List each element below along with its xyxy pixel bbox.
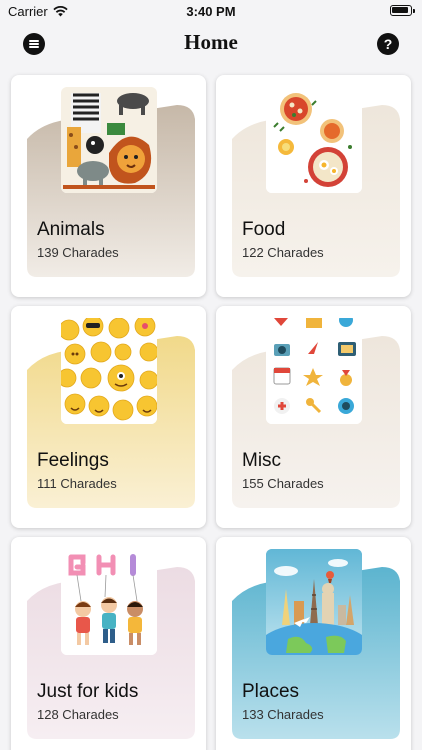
kids-illustration: [61, 549, 157, 655]
status-time: 3:40 PM: [186, 4, 236, 19]
category-count: 122 Charades: [242, 245, 324, 260]
page-title: Home: [184, 30, 238, 54]
category-count: 155 Charades: [242, 476, 324, 491]
misc-icons-illustration: [266, 318, 362, 424]
places-illustration: [266, 549, 362, 655]
category-count: 139 Charades: [37, 245, 119, 260]
category-title: Misc: [242, 450, 282, 471]
help-button[interactable]: ?: [377, 33, 399, 55]
emoji-illustration: [61, 318, 157, 424]
category-title: Animals: [37, 219, 105, 240]
category-count: 111 Charades: [37, 476, 117, 491]
category-title: Food: [242, 219, 286, 240]
category-title: Feelings: [37, 450, 109, 471]
food-illustration: [266, 87, 362, 193]
category-card-food[interactable]: Food 122 Charades: [216, 75, 411, 297]
category-card-misc[interactable]: Misc 155 Charades: [216, 306, 411, 528]
category-card-animals[interactable]: Animals 139 Charades: [11, 75, 206, 297]
category-card-feelings[interactable]: Feelings 111 Charades: [11, 306, 206, 528]
question-mark-icon: ?: [383, 36, 393, 52]
battery-icon: [390, 5, 415, 16]
category-count: 128 Charades: [37, 707, 119, 722]
category-card-just-for-kids[interactable]: Just for kids 128 Charades: [11, 537, 206, 750]
category-title: Places: [242, 681, 300, 702]
category-title: Just for kids: [37, 681, 139, 702]
status-bar: Carrier 3:40 PM: [0, 0, 422, 24]
category-card-places[interactable]: Places 133 Charades: [216, 537, 411, 750]
category-count: 133 Charades: [242, 707, 324, 722]
navigation-bar: Home ?: [0, 24, 422, 64]
animals-illustration: [61, 87, 157, 193]
